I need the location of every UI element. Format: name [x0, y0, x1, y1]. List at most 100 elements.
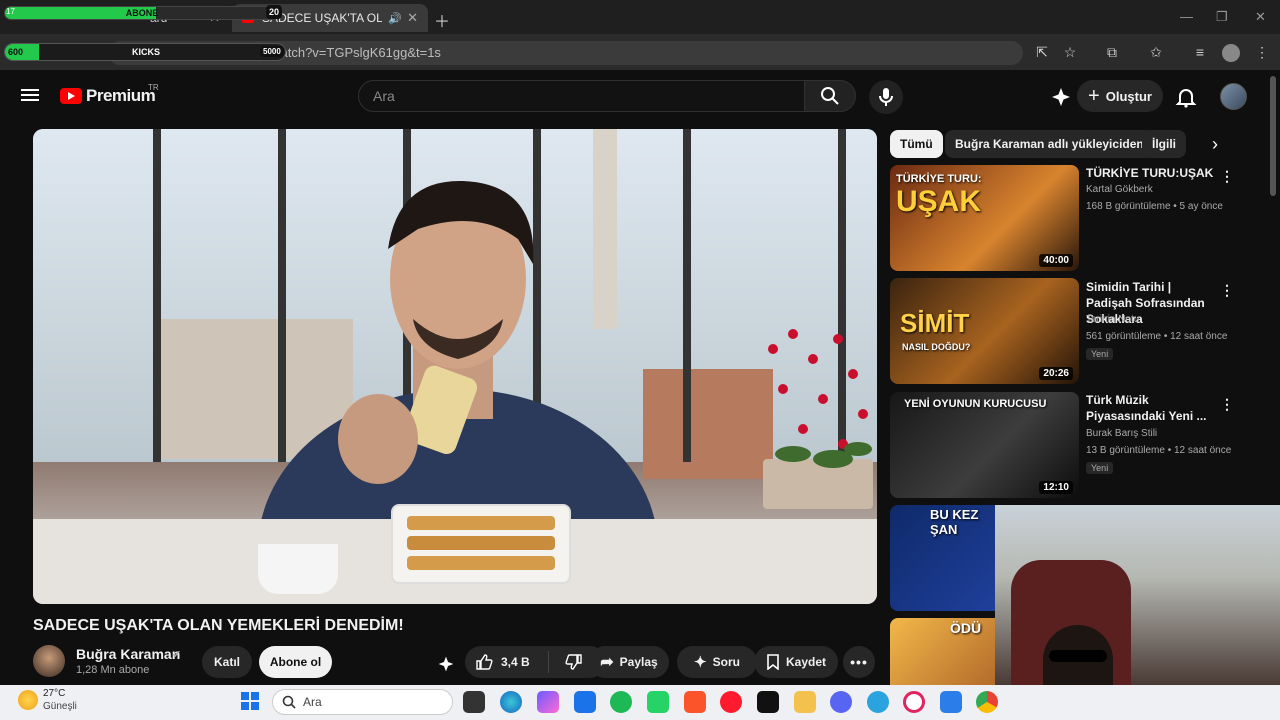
- recommendation-title[interactable]: TÜRKİYE TURU:UŞAK: [1086, 165, 1216, 181]
- thumbnail-text: YENİ OYUNUN KURUCUSU: [904, 398, 1047, 410]
- weather-description[interactable]: Güneşli: [43, 701, 77, 712]
- microphone-icon: [879, 88, 893, 106]
- sparkle-icon: ✦: [694, 654, 707, 671]
- minimize-icon[interactable]: —: [1180, 9, 1193, 24]
- task-view-icon[interactable]: [463, 691, 485, 713]
- taskbar-search[interactable]: Ara: [272, 689, 453, 715]
- channel-avatar[interactable]: [33, 645, 65, 677]
- video-player[interactable]: [33, 129, 877, 604]
- discord-icon[interactable]: [830, 691, 852, 713]
- webcam-sunglasses: [1049, 650, 1107, 662]
- search-button[interactable]: [804, 80, 856, 112]
- overlay-left-value: 17: [6, 7, 15, 16]
- tab-close-icon[interactable]: ✕: [407, 10, 418, 26]
- search-input[interactable]: Ara: [358, 80, 805, 112]
- recommendation-meta: 168 B görüntüleme • 5 ay önce: [1086, 201, 1223, 212]
- recommendation-thumbnail[interactable]: TÜRKİYE TURU: UŞAK 40:00: [890, 165, 1079, 271]
- dislike-icon[interactable]: [565, 653, 583, 671]
- duration-badge: 12:10: [1039, 481, 1073, 494]
- new-badge: Yeni: [1086, 348, 1114, 360]
- recommendation-title[interactable]: Türk Müzik Piyasasındaki Yeni ...: [1086, 392, 1216, 424]
- reading-list-icon[interactable]: ≡: [1190, 44, 1210, 62]
- scrollbar-thumb[interactable]: [1270, 76, 1276, 196]
- brave-icon[interactable]: [684, 691, 706, 713]
- video-food-plate: [391, 504, 571, 584]
- recommendation-meta: 561 görüntüleme • 12 saat önce: [1086, 331, 1228, 342]
- video-flowers: [768, 329, 872, 468]
- like-icon[interactable]: [475, 653, 493, 671]
- spotify-icon[interactable]: [610, 691, 632, 713]
- file-explorer-icon[interactable]: [794, 691, 816, 713]
- telegram-icon[interactable]: [867, 691, 889, 713]
- more-actions-button[interactable]: •••: [843, 646, 875, 678]
- ask-button[interactable]: ✦ Soru: [677, 646, 757, 678]
- chip-related[interactable]: İlgili: [1142, 130, 1186, 158]
- whatsapp-icon[interactable]: [647, 691, 669, 713]
- favorites-icon[interactable]: ✩: [1146, 44, 1166, 62]
- chip-from-uploader[interactable]: Buğra Karaman adlı yükleyiciden: [945, 130, 1154, 158]
- duration-badge: 40:00: [1039, 254, 1073, 267]
- windows-start-icon[interactable]: [240, 691, 260, 711]
- verified-icon: ✔: [172, 649, 182, 661]
- notifications-bell-icon[interactable]: [1175, 86, 1197, 108]
- menu-icon[interactable]: [21, 86, 39, 104]
- more-vert-icon[interactable]: ⋮: [1220, 395, 1234, 413]
- recommendation-channel[interactable]: Kartal Gökberk: [1086, 184, 1153, 195]
- channel-name[interactable]: Buğra Karaman: [76, 646, 180, 662]
- recommendation-thumbnail[interactable]: BU KEZ ŞAN: [890, 505, 995, 611]
- recommendation-channel[interactable]: Tarihin Notu: [1086, 314, 1139, 325]
- chip-all[interactable]: Tümü: [890, 130, 943, 158]
- recommendation-thumbnail[interactable]: YENİ OYUNUN KURUCUSU 12:10: [890, 392, 1079, 498]
- app-icon[interactable]: [574, 691, 596, 713]
- voice-search-button[interactable]: [869, 80, 903, 114]
- edge-icon[interactable]: [500, 691, 522, 713]
- premium-sparkle-icon[interactable]: [1050, 86, 1072, 108]
- thumbnail-text: SİMİT: [900, 308, 970, 338]
- youtube-play-icon: [60, 88, 82, 104]
- youtube-logo[interactable]: Premium: [60, 86, 156, 106]
- kicks-right-value: 5000: [260, 46, 284, 57]
- recommendation-channel[interactable]: Burak Barış Stili: [1086, 428, 1157, 439]
- browser-menu-icon[interactable]: ⋮: [1252, 44, 1272, 62]
- search-icon: [821, 87, 839, 105]
- opera-gx-icon[interactable]: [903, 691, 925, 713]
- more-vert-icon[interactable]: ⋮: [1220, 281, 1234, 299]
- opera-icon[interactable]: [720, 691, 742, 713]
- save-label: Kaydet: [785, 655, 826, 669]
- duration-badge: 20:26: [1039, 367, 1073, 380]
- plus-icon: +: [1088, 84, 1100, 107]
- close-window-icon[interactable]: ✕: [1255, 9, 1266, 25]
- sun-icon[interactable]: [18, 690, 38, 710]
- recommendation-meta: 13 B görüntüleme • 12 saat önce: [1086, 445, 1232, 456]
- profile-avatar[interactable]: [1222, 44, 1240, 62]
- overlay-count: 20: [266, 5, 282, 19]
- subscribe-button[interactable]: Abone ol: [259, 646, 332, 678]
- sidebar-scrollbar[interactable]: [1268, 76, 1278, 676]
- recommendation-thumbnail[interactable]: SİMİT NASIL DOĞDU? 20:26: [890, 278, 1079, 384]
- more-icon: •••: [850, 654, 868, 670]
- thumbnail-caption: NASIL DOĞDU?: [902, 342, 971, 352]
- chevron-right-icon[interactable]: ›: [1205, 134, 1225, 154]
- restore-icon[interactable]: ❐: [1216, 9, 1228, 25]
- premium-sparkle-icon[interactable]: [437, 655, 455, 673]
- new-tab-icon[interactable]: ＋: [434, 8, 450, 32]
- share-button[interactable]: ➦ Paylaş: [589, 646, 669, 678]
- like-count: 3,4 B: [501, 655, 530, 669]
- video-title: SADECE UŞAK'TA OLAN YEMEKLERİ DENEDİM!: [33, 617, 404, 634]
- overlay-label: ABONE: [125, 8, 159, 18]
- app-icon[interactable]: [940, 691, 962, 713]
- copilot-icon[interactable]: [537, 691, 559, 713]
- app-icon[interactable]: [757, 691, 779, 713]
- share-icon: ➦: [600, 654, 614, 671]
- extensions-icon[interactable]: ⧉: [1102, 44, 1122, 62]
- create-button[interactable]: + Oluştur: [1077, 80, 1163, 112]
- weather-temperature[interactable]: 27°C: [43, 688, 65, 699]
- join-button[interactable]: Katıl: [202, 646, 252, 678]
- account-avatar[interactable]: [1220, 83, 1247, 110]
- cast-icon[interactable]: ⇱: [1032, 44, 1052, 62]
- more-vert-icon[interactable]: ⋮: [1220, 167, 1234, 185]
- chrome-icon[interactable]: [976, 691, 998, 713]
- bookmark-star-icon[interactable]: ☆: [1060, 44, 1080, 62]
- save-button[interactable]: Kaydet: [754, 646, 838, 678]
- recommendation-thumbnail[interactable]: ÖDÜ: [890, 618, 995, 685]
